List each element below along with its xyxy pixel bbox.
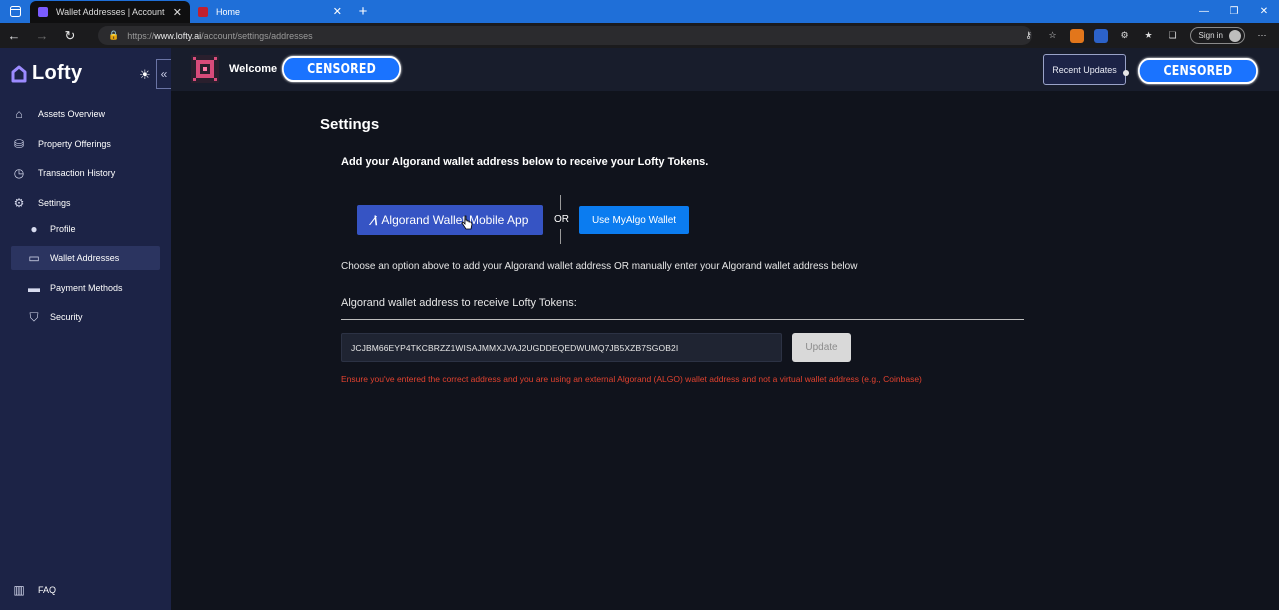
- url-scheme: https://: [127, 30, 155, 41]
- collections-icon[interactable]: ❏: [1166, 29, 1180, 43]
- sidebar-item-label: Security: [50, 312, 83, 322]
- sidebar-item-wallet-addresses[interactable]: ▭ Wallet Addresses: [11, 246, 160, 270]
- divider-bottom: [560, 229, 561, 244]
- url-field[interactable]: 🔒 https://www.lofty.ai/account/settings/…: [98, 26, 1032, 45]
- algorand-button-label: Algorand Wallet Mobile App: [381, 213, 529, 227]
- home-icon: ⌂: [15, 107, 23, 121]
- lock-icon: 🔒: [108, 30, 120, 40]
- algorand-logo-icon: ⁄\: [371, 212, 378, 228]
- divider-top: [560, 195, 561, 210]
- wallet-address-label: Algorand wallet address to receive Lofty…: [341, 297, 577, 309]
- tab-home[interactable]: Home ✕: [190, 0, 350, 23]
- sidebar-item-assets-overview[interactable]: ⌂ Assets Overview: [11, 102, 160, 126]
- window-controls: — ❐ ✕: [1189, 0, 1279, 23]
- browser-tab-bar: Wallet Addresses | Account Setti ✕ Home …: [0, 0, 1279, 24]
- instructions-heading: Add your Algorand wallet address below t…: [341, 156, 709, 168]
- sidebar-item-label: Profile: [50, 224, 76, 234]
- lofty-favicon-icon: [38, 7, 48, 17]
- key-icon[interactable]: ⚷: [1022, 29, 1036, 43]
- new-tab-button[interactable]: +: [350, 0, 376, 23]
- favorites-icon[interactable]: ★: [1142, 29, 1156, 43]
- forward-arrow-icon[interactable]: →: [28, 23, 56, 48]
- profile-avatar-icon: [1229, 29, 1241, 42]
- user-avatar[interactable]: [191, 55, 219, 83]
- sidebar-item-label: Wallet Addresses: [50, 253, 120, 263]
- update-button[interactable]: Update: [792, 333, 851, 362]
- theme-toggle-sun-icon[interactable]: ☀: [139, 67, 151, 83]
- home-favicon-icon: [198, 6, 208, 17]
- lofty-logo-icon: [11, 65, 27, 82]
- sidebar-item-property-offerings[interactable]: ⛁ Property Offerings: [11, 132, 160, 156]
- url-host: www.lofty.ai: [154, 30, 202, 41]
- sidebar: Lofty ☀ « ⌂ Assets Overview ⛁ Property O…: [0, 48, 171, 610]
- main-content: Settings Add your Algorand wallet addres…: [171, 91, 1279, 610]
- browser-toolbar: ← → ↻ 🔒 https://www.lofty.ai/account/set…: [0, 23, 1279, 48]
- sign-in-label: Sign in: [1198, 31, 1223, 40]
- hand-cursor-icon: [461, 215, 473, 230]
- minimize-icon[interactable]: —: [1189, 0, 1219, 23]
- sidebar-item-profile[interactable]: ● Profile: [26, 217, 160, 241]
- more-options-icon[interactable]: ⋯: [1255, 29, 1269, 43]
- sign-in-button[interactable]: Sign in: [1189, 27, 1245, 44]
- gears-icon: ⚙: [13, 196, 25, 210]
- close-tab-icon[interactable]: ✕: [173, 6, 182, 19]
- restore-icon[interactable]: ❐: [1219, 0, 1249, 23]
- top-header: Welcome CENSORED Recent Updates CENSORED: [171, 48, 1279, 91]
- recent-updates-button[interactable]: Recent Updates: [1043, 54, 1126, 85]
- tab-wallet-addresses[interactable]: Wallet Addresses | Account Setti ✕: [30, 0, 190, 24]
- use-myalgo-wallet-button[interactable]: Use MyAlgo Wallet: [579, 206, 689, 234]
- book-icon: ▥: [13, 583, 25, 597]
- or-separator: OR: [554, 214, 569, 225]
- lofty-logo[interactable]: Lofty: [10, 62, 82, 85]
- sidebar-item-security[interactable]: ⛉ Security: [26, 305, 160, 329]
- tab-title: Wallet Addresses | Account Setti: [56, 7, 167, 17]
- sidebar-item-label: Property Offerings: [38, 139, 111, 149]
- censored-account: CENSORED: [1138, 58, 1258, 84]
- notification-dot: [1123, 70, 1129, 76]
- censored-username: CENSORED: [282, 56, 401, 82]
- user-icon: ●: [30, 222, 38, 236]
- url-path: /account/settings/addresses: [201, 30, 313, 41]
- sidebar-item-faq[interactable]: ▥ FAQ: [11, 578, 160, 602]
- shield-icon: ⛉: [29, 309, 39, 324]
- sidebar-item-label: Assets Overview: [38, 109, 106, 119]
- sidebar-item-payment-methods[interactable]: ▬ Payment Methods: [26, 276, 160, 300]
- back-arrow-icon[interactable]: ←: [0, 23, 28, 48]
- favorite-star-icon[interactable]: ☆: [1046, 29, 1060, 43]
- credit-card-icon: ▬: [28, 281, 40, 295]
- algorand-wallet-mobile-app-button[interactable]: ⁄\ Algorand Wallet Mobile App: [357, 205, 543, 235]
- collapse-sidebar-button[interactable]: «: [156, 59, 171, 89]
- close-tab-icon[interactable]: ✕: [333, 5, 342, 18]
- wallet-address-input[interactable]: JCJBM66EYP4TKCBRZZ1WISAJMMXJVAJ2UGDDEQED…: [341, 333, 782, 362]
- shield-extension-icon[interactable]: [1093, 28, 1108, 43]
- sidebar-item-label: Transaction History: [38, 168, 116, 178]
- close-window-icon[interactable]: ✕: [1249, 0, 1279, 23]
- sidebar-item-label: Payment Methods: [50, 283, 123, 293]
- toolbar-extensions: ⚷ ☆ ⚙ ★ ❏ Sign in ⋯: [1022, 23, 1269, 48]
- options-hint: Choose an option above to add your Algor…: [341, 261, 858, 272]
- address-warning: Ensure you've entered the correct addres…: [341, 374, 922, 384]
- puzzle-icon[interactable]: ⚙: [1118, 29, 1132, 43]
- clock-icon: ◷: [13, 166, 25, 180]
- wallet-icon: ▭: [28, 251, 40, 265]
- sidebar-item-label: Settings: [38, 198, 71, 208]
- fox-extension-icon[interactable]: [1069, 28, 1084, 43]
- welcome-text: Welcome: [229, 63, 278, 75]
- section-divider: [341, 319, 1024, 320]
- sidebar-item-settings[interactable]: ⚙ Settings: [11, 191, 160, 215]
- sidebar-item-transaction-history[interactable]: ◷ Transaction History: [11, 161, 160, 185]
- coins-icon: ⛁: [13, 137, 25, 151]
- page-title: Settings: [320, 116, 380, 133]
- tab-title: Home: [216, 6, 241, 17]
- sidebar-item-label: FAQ: [38, 585, 57, 595]
- window-menu-icon[interactable]: [0, 0, 30, 23]
- brand-name: Lofty: [32, 62, 83, 84]
- refresh-icon[interactable]: ↻: [56, 23, 84, 48]
